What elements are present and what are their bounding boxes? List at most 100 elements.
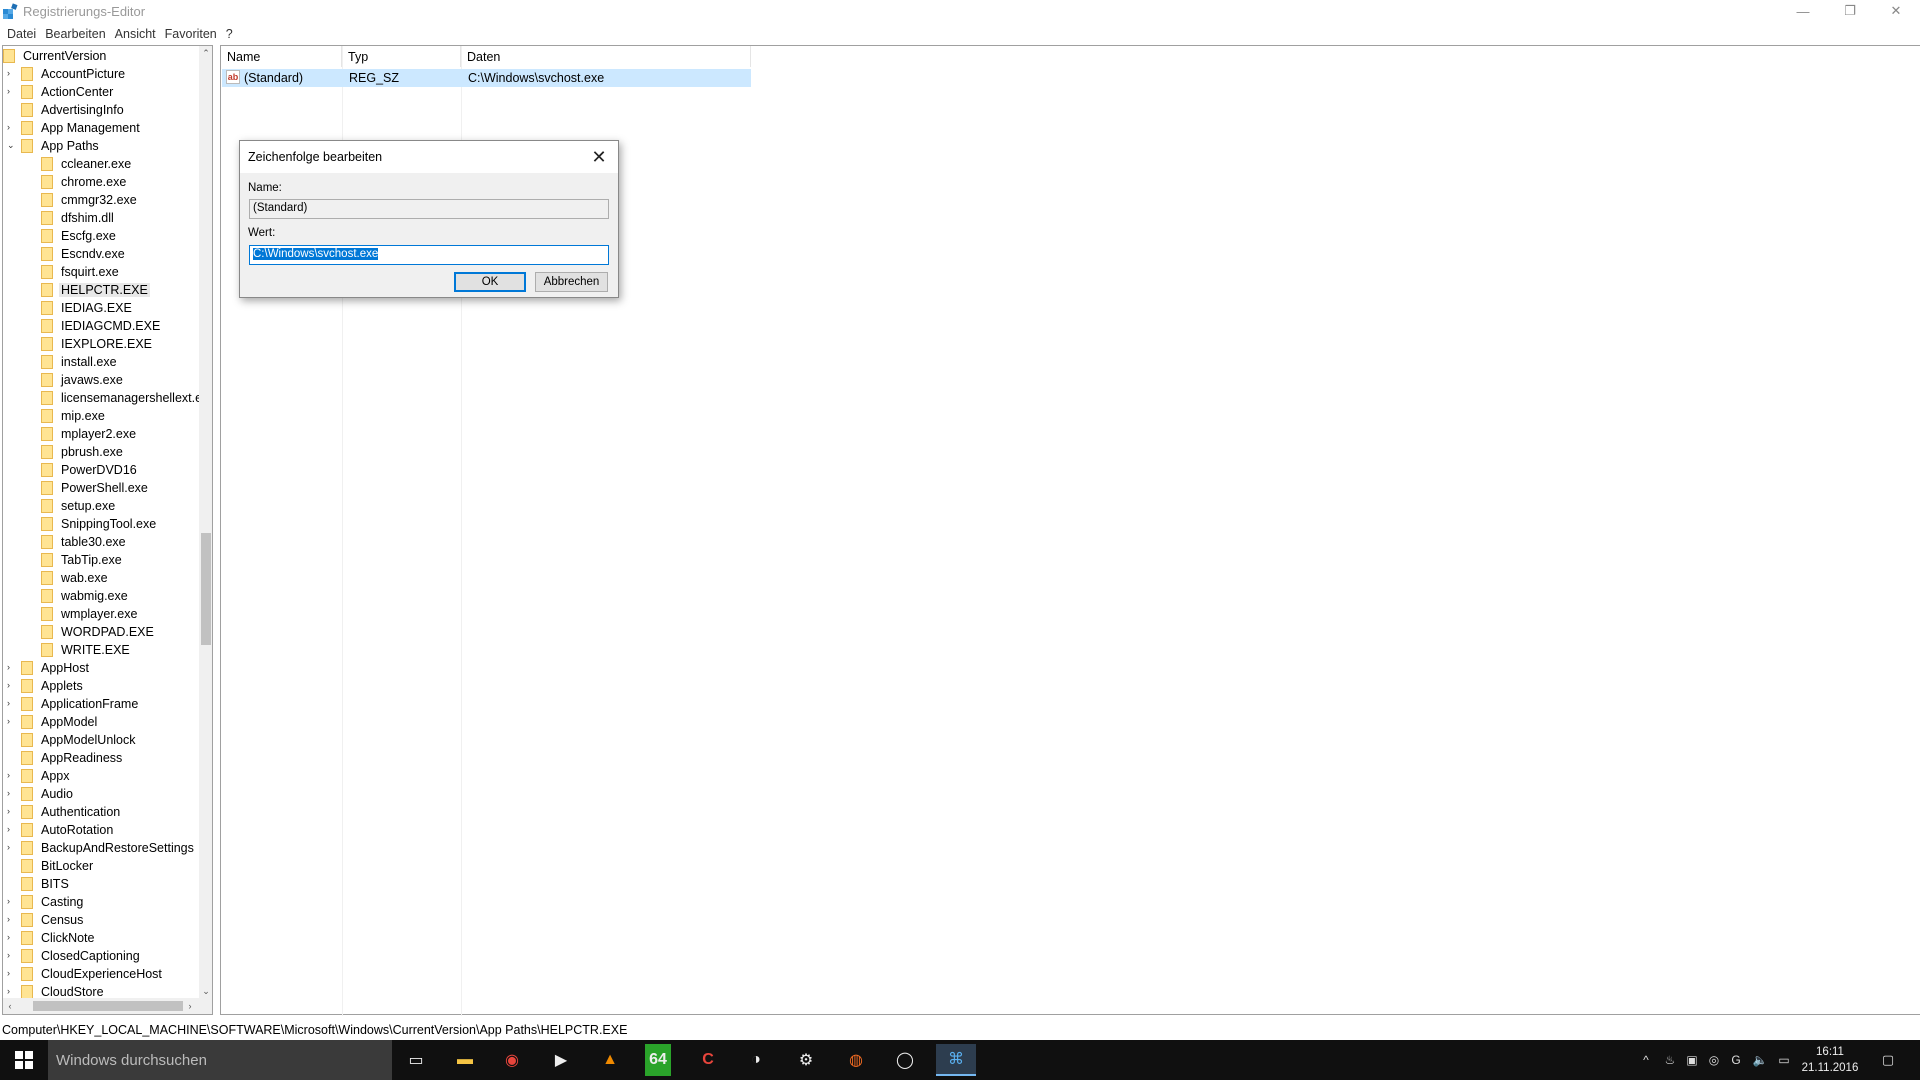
scroll-left-arrow-icon[interactable]: ‹ xyxy=(3,998,17,1014)
tree-item[interactable]: ClickNote xyxy=(21,929,97,947)
tree-item[interactable]: App Management xyxy=(21,119,142,137)
tree-item[interactable]: IEDIAGCMD.EXE xyxy=(41,317,162,335)
tree-item[interactable]: ActionCenter xyxy=(21,83,115,101)
tree-item[interactable]: IEDIAG.EXE xyxy=(41,299,134,317)
tree-item[interactable]: Escfg.exe xyxy=(41,227,118,245)
tree-item[interactable]: install.exe xyxy=(41,353,119,371)
tree-expander-icon[interactable]: › xyxy=(7,986,10,996)
tree-expander-icon[interactable]: › xyxy=(7,662,10,672)
tree-expander-icon[interactable]: › xyxy=(7,896,10,906)
tree-item[interactable]: HELPCTR.EXE xyxy=(41,281,150,299)
tree-item[interactable]: Casting xyxy=(21,893,85,911)
action-center-icon[interactable]: ▢ xyxy=(1870,1046,1906,1074)
column-header-data[interactable]: Daten xyxy=(461,46,751,67)
tree-item[interactable]: fsquirt.exe xyxy=(41,263,121,281)
tree-item[interactable]: BackupAndRestoreSettings xyxy=(21,839,196,857)
tree-item[interactable]: wmplayer.exe xyxy=(41,605,139,623)
taskbar-clock[interactable]: 16:11 21.11.2016 xyxy=(1800,1044,1860,1076)
tree-item[interactable]: AppHost xyxy=(21,659,91,677)
tree-item[interactable]: Escndv.exe xyxy=(41,245,127,263)
column-header-name[interactable]: Name xyxy=(221,46,342,67)
cancel-button[interactable]: Abbrechen xyxy=(535,272,608,292)
ok-button[interactable]: OK xyxy=(454,272,526,292)
tree-item[interactable]: wabmig.exe xyxy=(41,587,130,605)
tree-item[interactable]: chrome.exe xyxy=(41,173,128,191)
maximize-button[interactable]: ❐ xyxy=(1827,0,1873,22)
column-header-type[interactable]: Typ xyxy=(342,46,461,67)
task-view-icon[interactable]: ▭ xyxy=(396,1044,436,1076)
vlc-icon[interactable]: ▲ xyxy=(590,1044,630,1076)
tree-item[interactable]: mip.exe xyxy=(41,407,107,425)
tree-item[interactable]: WORDPAD.EXE xyxy=(41,623,156,641)
tree-expander-icon[interactable]: › xyxy=(7,950,10,960)
menu-help[interactable]: ? xyxy=(226,27,233,41)
tree-item[interactable]: table30.exe xyxy=(41,533,128,551)
tree-item[interactable]: Appx xyxy=(21,767,72,785)
scroll-down-arrow-icon[interactable]: ⌄ xyxy=(199,984,212,998)
tree-item[interactable]: PowerShell.exe xyxy=(41,479,150,497)
tree-item[interactable]: dfshim.dll xyxy=(41,209,116,227)
tree-expander-icon[interactable]: › xyxy=(7,932,10,942)
tree-item[interactable]: Audio xyxy=(21,785,75,803)
tree-item[interactable]: javaws.exe xyxy=(41,371,125,389)
tree-item[interactable]: WRITE.EXE xyxy=(41,641,132,659)
steam-icon[interactable]: ⚙ xyxy=(786,1044,826,1076)
tree-item[interactable]: ApplicationFrame xyxy=(21,695,140,713)
g-tray-icon[interactable]: G xyxy=(1726,1050,1746,1070)
volume-icon[interactable]: 🔈 xyxy=(1750,1050,1770,1070)
tree-item[interactable]: Applets xyxy=(21,677,85,695)
minimize-button[interactable]: — xyxy=(1780,0,1826,22)
tree-expander-icon[interactable]: › xyxy=(7,824,10,834)
taskbar-search-box[interactable]: Windows durchsuchen xyxy=(48,1040,392,1080)
file-explorer-icon[interactable]: ▬ xyxy=(445,1044,485,1076)
close-button[interactable]: ✕ xyxy=(1873,0,1919,22)
tree-item[interactable]: licensemanagershellext.exe xyxy=(41,389,212,407)
regedit-icon[interactable]: ⌘ xyxy=(936,1044,976,1076)
nvidia-tray-icon[interactable]: ▣ xyxy=(1682,1050,1702,1070)
tree-item-root[interactable]: CurrentVersion xyxy=(3,47,108,65)
dialog-close-icon[interactable]: ✕ xyxy=(587,145,611,169)
tree-expander-icon[interactable]: › xyxy=(7,842,10,852)
tree-expander-icon[interactable]: › xyxy=(7,770,10,780)
start-button[interactable] xyxy=(0,1040,48,1080)
tree-item[interactable]: BITS xyxy=(21,875,71,893)
scroll-up-arrow-icon[interactable]: ⌃ xyxy=(199,46,212,60)
tree-item[interactable]: cmmgr32.exe xyxy=(41,191,139,209)
menu-favoriten[interactable]: Favoriten xyxy=(165,27,217,41)
tree-expander-icon[interactable]: › xyxy=(7,86,10,96)
tree-expander-icon[interactable]: › xyxy=(7,68,10,78)
chrome-icon[interactable]: ◉ xyxy=(492,1044,532,1076)
tree-item[interactable]: AccountPicture xyxy=(21,65,127,83)
network-icon[interactable]: ▭ xyxy=(1774,1050,1794,1070)
tree-expander-icon[interactable]: ⌄ xyxy=(7,140,15,151)
tree-expander-icon[interactable]: › xyxy=(7,716,10,726)
tree-item[interactable]: BitLocker xyxy=(21,857,95,875)
tree-expander-icon[interactable]: › xyxy=(7,680,10,690)
game-icon[interactable]: ◑ xyxy=(736,1044,776,1076)
tree-item[interactable]: TabTip.exe xyxy=(41,551,124,569)
steam-tray-icon[interactable]: ♨ xyxy=(1660,1050,1680,1070)
tree-expander-icon[interactable]: › xyxy=(7,806,10,816)
tree-item[interactable]: setup.exe xyxy=(41,497,117,515)
tree-vertical-scrollbar[interactable]: ⌃ ⌄ xyxy=(199,46,212,998)
tree-item[interactable]: Authentication xyxy=(21,803,122,821)
tree-item[interactable]: PowerDVD16 xyxy=(41,461,139,479)
tree-item[interactable]: AppReadiness xyxy=(21,749,124,767)
tree-item[interactable]: wab.exe xyxy=(41,569,110,587)
value-row[interactable]: ab (Standard) REG_SZ C:\Windows\svchost.… xyxy=(222,69,751,87)
tree-item[interactable]: CloudExperienceHost xyxy=(21,965,164,983)
tree-item[interactable]: AppModel xyxy=(21,713,99,731)
tree-item[interactable]: AutoRotation xyxy=(21,821,115,839)
show-hidden-icons-icon[interactable]: ^ xyxy=(1636,1050,1656,1070)
menu-bearbeiten[interactable]: Bearbeiten xyxy=(45,27,105,41)
sixtyfour-icon[interactable]: 64 xyxy=(645,1044,671,1076)
scroll-right-arrow-icon[interactable]: › xyxy=(183,998,197,1014)
tree-expander-icon[interactable]: › xyxy=(7,788,10,798)
tree-item[interactable]: Census xyxy=(21,911,85,929)
norton-tray-icon[interactable]: ◎ xyxy=(1704,1050,1724,1070)
scroll-thumb[interactable] xyxy=(201,533,211,645)
tree-item[interactable]: ClosedCaptioning xyxy=(21,947,142,965)
app-ring-icon[interactable]: ◯ xyxy=(885,1044,925,1076)
tree-item[interactable]: mplayer2.exe xyxy=(41,425,138,443)
tree-expander-icon[interactable]: › xyxy=(7,122,10,132)
